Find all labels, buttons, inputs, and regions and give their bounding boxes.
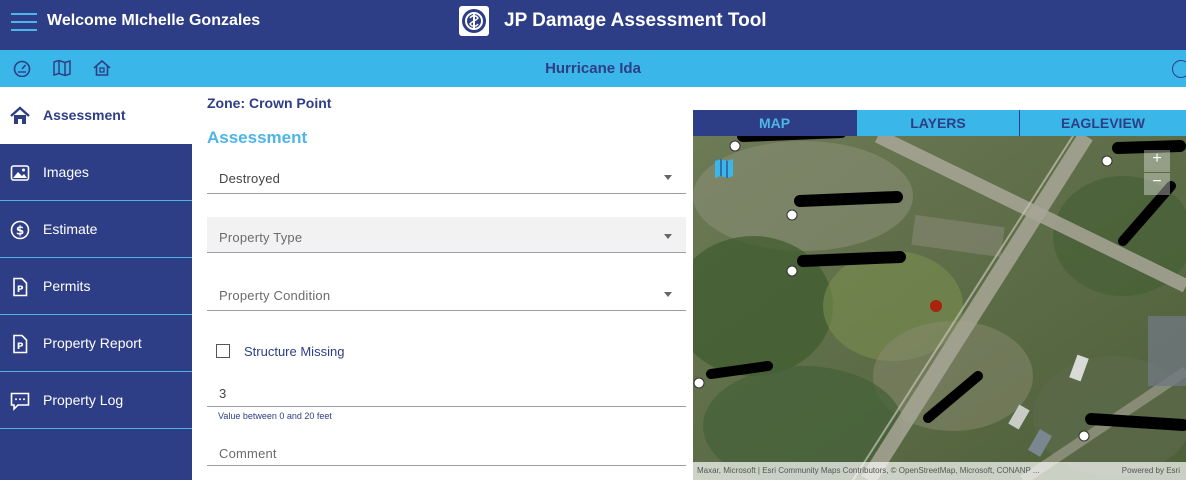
- property-type-select[interactable]: Property Type: [207, 217, 686, 253]
- document-icon: P: [10, 277, 30, 297]
- structure-missing-label: Structure Missing: [244, 344, 345, 359]
- comment-placeholder: Comment: [219, 446, 277, 461]
- svg-text:P: P: [17, 342, 24, 352]
- damage-level-value: Destroyed: [219, 171, 281, 186]
- sidebar-item-label: Assessment: [43, 107, 126, 123]
- sidebar-item-property-report[interactable]: P Property Report: [0, 315, 192, 372]
- property-condition-placeholder: Property Condition: [219, 288, 331, 303]
- svg-text:$: $: [16, 224, 24, 238]
- sidebar-item-label: Estimate: [43, 221, 98, 237]
- tab-layers[interactable]: LAYERS: [856, 110, 1019, 136]
- sidebar-item-label: Property Report: [43, 335, 142, 351]
- home-icon: [10, 106, 30, 126]
- property-condition-select[interactable]: Property Condition: [207, 275, 686, 311]
- map-tabs: MAP LAYERS EAGLEVIEW: [693, 110, 1186, 136]
- water-depth-input[interactable]: 3: [207, 371, 686, 407]
- map-panel: MAP LAYERS EAGLEVIEW + − Maxar, Microsof…: [693, 110, 1186, 480]
- sidebar: Assessment Images $ Estimate P Permits P…: [0, 87, 192, 480]
- chevron-down-icon: [664, 175, 672, 180]
- map-attribution: Maxar, Microsoft | Esri Community Maps C…: [693, 462, 1186, 480]
- attribution-text: Maxar, Microsoft | Esri Community Maps C…: [697, 466, 1040, 475]
- sidebar-item-label: Permits: [43, 278, 91, 294]
- sidebar-item-permits[interactable]: P Permits: [0, 258, 192, 315]
- sidebar-item-label: Property Log: [43, 392, 124, 408]
- app-title: JP Damage Assessment Tool: [504, 10, 767, 31]
- clock-icon[interactable]: [1172, 60, 1186, 78]
- satellite-map[interactable]: [693, 126, 1186, 480]
- zoom-in-button[interactable]: +: [1144, 150, 1170, 172]
- powered-by-text: Powered by Esri: [1121, 466, 1180, 475]
- structure-missing-checkbox[interactable]: [216, 344, 230, 358]
- sidebar-item-assessment[interactable]: Assessment: [0, 87, 192, 144]
- sidebar-item-estimate[interactable]: $ Estimate: [0, 201, 192, 258]
- event-title: Hurricane Ida: [545, 60, 641, 77]
- sidebar-item-label: Images: [43, 164, 89, 180]
- welcome-text: Welcome MIchelle Gonzales: [47, 12, 261, 29]
- water-depth-value: 3: [219, 386, 227, 401]
- zoom-out-button[interactable]: −: [1144, 173, 1170, 195]
- sub-header: Hurricane Ida: [0, 50, 1186, 87]
- chat-icon: [10, 391, 30, 411]
- tab-eagleview[interactable]: EAGLEVIEW: [1019, 110, 1186, 136]
- comment-input[interactable]: Comment: [207, 430, 686, 466]
- chevron-down-icon: [664, 234, 672, 239]
- chevron-down-icon: [664, 292, 672, 297]
- top-header: Welcome MIchelle Gonzales JP Damage Asse…: [0, 0, 1186, 50]
- dollar-icon: $: [10, 220, 30, 240]
- tab-map[interactable]: MAP: [693, 110, 856, 136]
- image-icon: [10, 163, 30, 183]
- sidebar-item-images[interactable]: Images: [0, 144, 192, 201]
- zone-label: Zone: Crown Point: [207, 95, 332, 111]
- property-type-placeholder: Property Type: [219, 230, 303, 245]
- sidebar-item-property-log[interactable]: Property Log: [0, 372, 192, 429]
- menu-icon[interactable]: [11, 11, 37, 33]
- section-title: Assessment: [207, 128, 308, 147]
- app-root: Welcome MIchelle Gonzales JP Damage Asse…: [0, 0, 1186, 480]
- svg-text:P: P: [17, 285, 24, 295]
- logo: [459, 6, 489, 36]
- damage-level-select[interactable]: Destroyed: [207, 158, 686, 194]
- document-icon: P: [10, 334, 30, 354]
- basemap-gallery-icon[interactable]: [712, 156, 736, 180]
- water-depth-helper: Value between 0 and 20 feet: [218, 411, 332, 421]
